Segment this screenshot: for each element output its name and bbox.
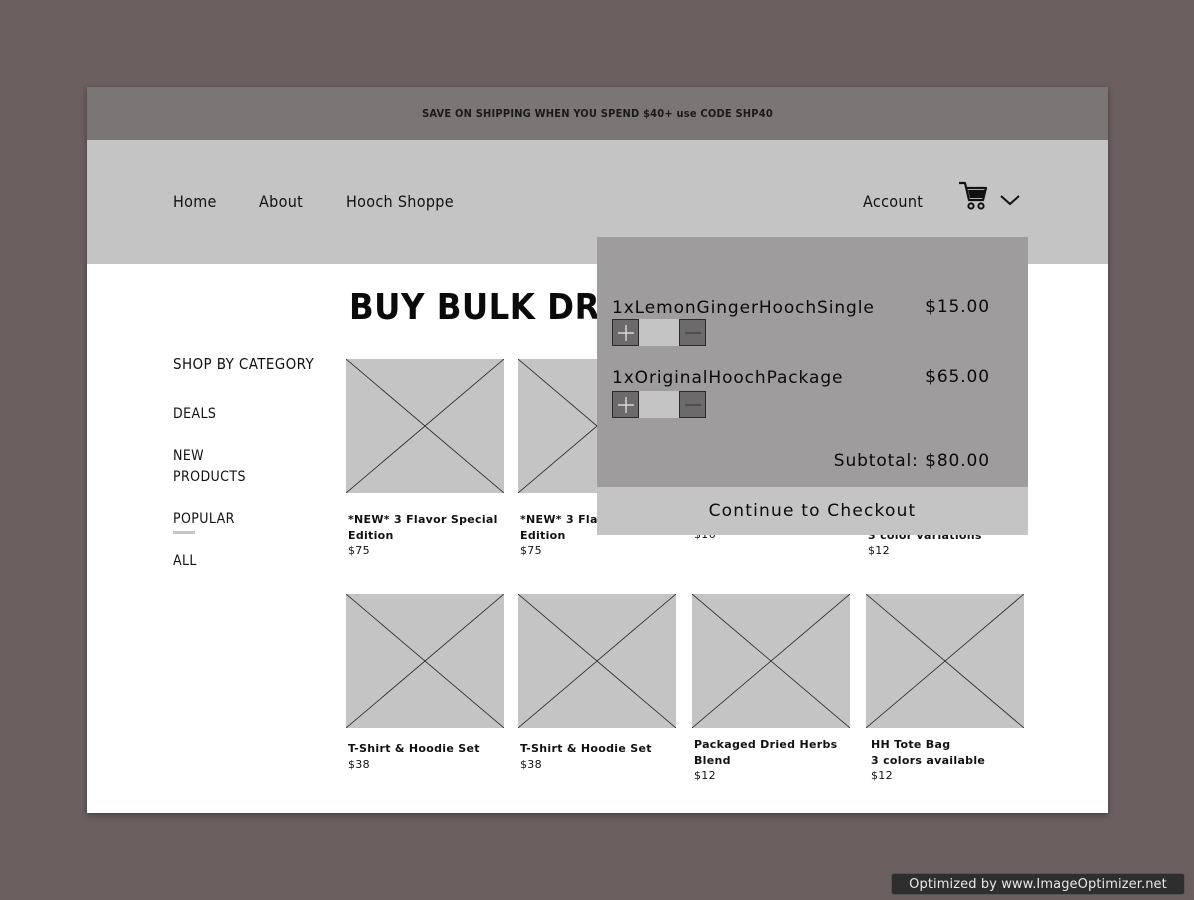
nav-link-account[interactable]: Account: [863, 192, 923, 211]
promo-text: SAVE ON SHIPPING WHEN YOU SPEND $40+ use…: [422, 107, 773, 120]
product-image-placeholder[interactable]: [866, 594, 1024, 728]
watermark-text: Optimized by www.ImageOptimizer.net: [909, 876, 1167, 892]
category-new-products[interactable]: NEW PRODUCTS: [173, 446, 246, 488]
watermark-badge: Optimized by www.ImageOptimizer.net: [891, 873, 1185, 895]
product-price: $38: [348, 758, 370, 771]
cart-dropdown: 1xLemonGingerHoochSingle $15.00 1xOrigin…: [597, 237, 1028, 535]
cart-item-price: $15.00: [925, 297, 990, 317]
product-price: $75: [348, 544, 370, 557]
product-price: $12: [868, 544, 890, 557]
decrease-button[interactable]: [679, 391, 706, 418]
minus-icon: [684, 331, 701, 334]
product-title: T-Shirt & Hoodie Set: [520, 742, 652, 755]
product-image-placeholder[interactable]: [346, 594, 504, 728]
shopping-cart-icon[interactable]: [958, 180, 988, 212]
product-title: T-Shirt & Hoodie Set: [348, 742, 480, 755]
checkout-button[interactable]: Continue to Checkout: [597, 487, 1028, 535]
promo-banner: SAVE ON SHIPPING WHEN YOU SPEND $40+ use…: [87, 87, 1108, 140]
quantity-stepper[interactable]: [612, 391, 706, 418]
product-image-placeholder[interactable]: [692, 594, 850, 728]
nav-link-about[interactable]: About: [259, 192, 303, 211]
decrease-button[interactable]: [679, 319, 706, 346]
increase-button[interactable]: [612, 391, 639, 418]
category-title: SHOP BY CATEGORY: [173, 355, 315, 373]
category-deals[interactable]: DEALS: [173, 404, 216, 425]
cart-item-price: $65.00: [925, 367, 990, 387]
product-title: *NEW* 3 Flavor Special Edition: [348, 513, 498, 542]
quantity-stepper[interactable]: [612, 319, 706, 346]
cart-subtotal: Subtotal: $80.00: [833, 451, 990, 471]
product-title: Packaged Dried Herbs Blend: [694, 738, 838, 767]
product-image-placeholder[interactable]: [346, 359, 504, 493]
category-all[interactable]: ALL: [173, 551, 197, 572]
plus-icon: [617, 324, 634, 341]
page-frame: SAVE ON SHIPPING WHEN YOU SPEND $40+ use…: [87, 87, 1108, 813]
quantity-value[interactable]: [639, 391, 679, 418]
quantity-value[interactable]: [639, 319, 679, 346]
product-price: $38: [520, 758, 542, 771]
active-category-underline: [173, 531, 195, 534]
minus-icon: [684, 403, 701, 406]
nav-link-hooch-shoppe[interactable]: Hooch Shoppe: [346, 192, 454, 211]
product-title: HH Tote Bag 3 colors available: [871, 738, 986, 767]
product-image-placeholder[interactable]: [518, 594, 676, 728]
product-price: $12: [871, 769, 893, 782]
product-price: $75: [520, 544, 542, 557]
category-popular[interactable]: POPULAR: [173, 509, 235, 530]
cart-item-name: 1xLemonGingerHoochSingle: [612, 298, 875, 318]
nav-link-home[interactable]: Home: [173, 192, 217, 211]
increase-button[interactable]: [612, 319, 639, 346]
cart-item-name: 1xOriginalHoochPackage: [612, 368, 844, 388]
plus-icon: [617, 396, 634, 413]
chevron-down-icon[interactable]: [999, 192, 1021, 208]
product-price: $12: [694, 769, 716, 782]
